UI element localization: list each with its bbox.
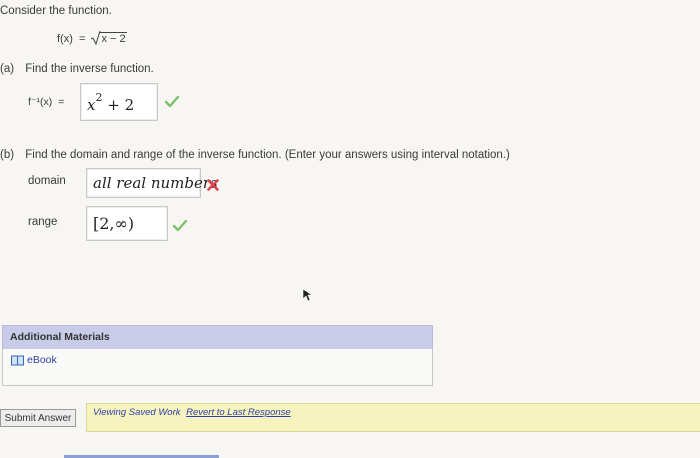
range-answer-field[interactable]: [2,∞): [86, 206, 168, 241]
sqrt-icon: x − 2: [91, 31, 127, 45]
additional-materials-panel: eBook: [2, 349, 433, 386]
submit-answer-button[interactable]: Submit Answer: [0, 409, 76, 427]
domain-label: domain: [28, 175, 66, 187]
part-a-marker: (a): [0, 63, 15, 75]
saved-work-status-bar: Viewing Saved Work Revert to Last Respon…: [86, 403, 700, 432]
ebook-label: eBook: [27, 354, 57, 366]
correct-check-icon: [165, 96, 179, 108]
correct-check-icon: [173, 220, 187, 232]
domain-answer-field[interactable]: all real numbers: [86, 168, 218, 198]
part-b-prompt: Find the domain and range of the inverse…: [25, 149, 510, 161]
range-label: range: [28, 216, 58, 228]
function-lhs: f(x): [57, 33, 73, 45]
inverse-answer-field[interactable]: x2 + 2: [80, 83, 158, 121]
part-b-marker: (b): [0, 149, 15, 161]
inverse-lhs: f⁻¹(x): [28, 96, 53, 108]
domain-answer-value: all real numbers: [93, 174, 218, 192]
mouse-cursor-icon: [302, 288, 313, 302]
answer-exponent: 2: [95, 91, 103, 104]
function-definition: f(x) = x − 2: [57, 31, 127, 45]
inverse-answer-value: x2 + 2: [87, 91, 135, 114]
function-rhs: x − 2: [100, 32, 127, 45]
additional-materials-header: Additional Materials: [2, 325, 433, 351]
inverse-lhs-line: f⁻¹(x) =: [28, 96, 64, 108]
answer-rest: + 2: [107, 96, 135, 114]
additional-materials-title: Additional Materials: [10, 331, 110, 343]
saved-work-message: Viewing Saved Work Revert to Last Respon…: [93, 407, 291, 418]
incorrect-x-icon: [207, 179, 219, 191]
ebook-link[interactable]: eBook: [11, 354, 57, 366]
revert-link[interactable]: Revert to Last Response: [186, 407, 291, 418]
viewing-saved-work-text: Viewing Saved Work: [93, 407, 181, 418]
inverse-equals: =: [58, 96, 65, 108]
part-b-prompt-line: (b) Find the domain and range of the inv…: [0, 149, 510, 161]
part-a-prompt-line: (a) Find the inverse function.: [0, 63, 154, 75]
book-icon: [11, 355, 24, 365]
function-equals: =: [78, 33, 86, 45]
part-a-prompt: Find the inverse function.: [25, 63, 154, 75]
range-answer-value: [2,∞): [93, 214, 135, 233]
question-intro: Consider the function.: [0, 5, 112, 17]
